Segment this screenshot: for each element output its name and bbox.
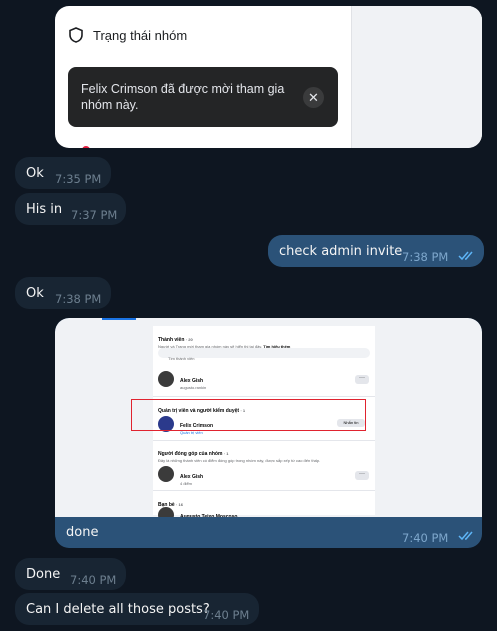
right-pane — [351, 6, 482, 148]
members-screenshot[interactable]: Thành viên · 20 Người và Trang mới tham … — [55, 318, 482, 517]
message-text: Ok — [26, 166, 44, 181]
member-username: augusto.rankin — [180, 385, 207, 390]
image-message-invite-toast[interactable]: Trạng thái nhóm Felix Crimson đã được mờ… — [55, 6, 482, 148]
avatar — [158, 507, 174, 517]
incoming-message[interactable]: Ok 7:38 PM — [15, 277, 111, 309]
member-search-input[interactable]: Tìm thành viên — [158, 348, 370, 361]
divider — [153, 396, 375, 397]
message-text: Done — [26, 567, 61, 582]
image-caption: done — [66, 525, 99, 540]
shield-icon — [69, 27, 83, 43]
incoming-message[interactable]: Can I delete all those posts? 7:40 PM — [15, 593, 259, 625]
incoming-message[interactable]: Done 7:40 PM — [15, 558, 126, 590]
contributors-description: Đây là những thành viên có điểm đóng góp… — [158, 458, 321, 463]
active-tab-indicator — [102, 318, 136, 320]
message-time: 7:40 PM — [402, 531, 449, 545]
highlight-box — [131, 399, 366, 431]
more-options-button[interactable]: ··· — [355, 471, 369, 480]
message-text: Can I delete all those posts? — [26, 602, 210, 617]
message-time: 7:37 PM — [71, 208, 118, 222]
message-time: 7:40 PM — [203, 608, 250, 622]
message-text: Ok — [26, 286, 44, 301]
divider — [153, 440, 375, 441]
friend-name[interactable]: Augusto Teixo Moscoso — [180, 509, 237, 517]
message-time: 7:35 PM — [55, 172, 102, 186]
read-checkmarks-icon — [458, 531, 473, 541]
message-time: 7:40 PM — [70, 573, 117, 587]
read-checkmarks-icon — [458, 251, 473, 261]
message-text: check admin invite — [279, 244, 403, 259]
more-options-button[interactable]: ··· — [355, 375, 369, 384]
outgoing-image-message[interactable]: Thành viên · 20 Người và Trang mới tham … — [55, 318, 482, 548]
message-time: 7:38 PM — [55, 292, 102, 306]
divider — [153, 490, 375, 491]
close-icon[interactable]: ✕ — [303, 87, 324, 108]
message-time: 7:38 PM — [402, 250, 449, 264]
message-text: His in — [26, 202, 63, 217]
incoming-message[interactable]: Ok 7:35 PM — [15, 157, 111, 189]
avatar — [158, 466, 174, 482]
avatar — [158, 371, 174, 387]
search-placeholder: Tìm thành viên — [168, 356, 195, 361]
notification-dot — [82, 146, 90, 148]
outgoing-message[interactable]: check admin invite 7:38 PM — [268, 235, 484, 267]
incoming-message[interactable]: His in 7:37 PM — [15, 193, 126, 225]
invite-toast: Felix Crimson đã được mời tham gia nhóm … — [68, 67, 338, 127]
menu-item-group-status: Trạng thái nhóm — [93, 28, 188, 43]
toast-message: Felix Crimson đã được mời tham gia nhóm … — [81, 82, 285, 112]
